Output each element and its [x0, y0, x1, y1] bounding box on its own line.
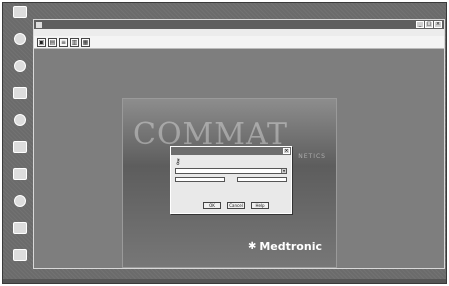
password-input[interactable] [237, 177, 287, 182]
save-icon[interactable]: ▤ [48, 38, 57, 47]
desktop-icon-tool[interactable] [7, 195, 33, 208]
minimize-button[interactable]: _ [416, 21, 424, 28]
desktop-icon-application[interactable] [7, 222, 33, 235]
dialog-buttons: OK Cancel Help [203, 202, 269, 209]
desktop: _ □ × ▣ ▤ ≡ ▥ ▦ COMMAT NETICS ✱ Medtroni… [2, 2, 447, 284]
application-window: _ □ × ▣ ▤ ≡ ▥ ▦ COMMAT NETICS ✱ Medtroni… [33, 19, 445, 269]
dialog-close-button[interactable]: × [283, 148, 290, 154]
credentials-row [171, 174, 291, 182]
dialog-message-row: ⚷ [171, 155, 291, 167]
application-icon [13, 222, 27, 234]
desktop-icon-internet[interactable] [7, 60, 33, 73]
app-icon [36, 21, 42, 28]
desktop-icon-recycle-bin[interactable] [7, 249, 33, 262]
close-button[interactable]: × [434, 21, 442, 28]
my-computer-icon [13, 6, 27, 18]
menu-bar [34, 29, 444, 36]
splash-subtitle: NETICS [298, 153, 326, 160]
list-icon[interactable]: ≡ [59, 38, 68, 47]
window-controls: _ □ × [416, 21, 442, 28]
maximize-button[interactable]: □ [425, 21, 433, 28]
splash-screen: COMMAT NETICS ✱ Medtronic × ⚷ ▼ OK Cance… [122, 98, 337, 268]
document-icon [13, 141, 27, 153]
cancel-button[interactable]: Cancel [227, 202, 245, 209]
tool-icon [14, 195, 26, 207]
desktop-icon-shortcut[interactable] [7, 114, 33, 127]
userid-field [175, 176, 225, 182]
desktop-icon-my-computer[interactable] [7, 6, 33, 19]
taskbar [3, 279, 446, 283]
userid-input[interactable] [175, 177, 225, 182]
network-icon [14, 33, 26, 45]
ok-button[interactable]: OK [203, 202, 221, 209]
brand-logo: ✱ Medtronic [248, 240, 322, 253]
open-icon[interactable]: ▣ [37, 38, 46, 47]
desktop-icon-document[interactable] [7, 141, 33, 154]
key-icon: ⚷ [175, 157, 181, 166]
brand-name: Medtronic [259, 240, 322, 253]
report-icon[interactable]: ▥ [70, 38, 79, 47]
chevron-down-icon[interactable]: ▼ [281, 169, 286, 173]
database-field: ▼ [171, 168, 291, 174]
help-button[interactable]: Help [251, 202, 269, 209]
workspace: COMMAT NETICS ✱ Medtronic × ⚷ ▼ OK Cance… [34, 49, 444, 268]
desktop-icon-network[interactable] [7, 33, 33, 46]
dialog-title-bar[interactable]: × [171, 147, 291, 155]
folder-icon [13, 168, 27, 180]
book-icon[interactable]: ▦ [81, 38, 90, 47]
medtronic-logo-icon: ✱ [247, 241, 257, 252]
desktop-icon-folder[interactable] [7, 168, 33, 181]
desktop-icon-program[interactable] [7, 87, 33, 100]
database-select[interactable]: ▼ [175, 168, 287, 174]
internet-icon [14, 60, 26, 72]
toolbar: ▣ ▤ ≡ ▥ ▦ [34, 36, 444, 49]
recycle-bin-icon [13, 249, 27, 261]
program-icon [13, 87, 27, 99]
shortcut-icon [14, 114, 26, 126]
window-title-bar[interactable]: _ □ × [34, 20, 444, 29]
login-dialog: × ⚷ ▼ OK Cancel Help [170, 146, 292, 214]
password-field [237, 176, 287, 182]
